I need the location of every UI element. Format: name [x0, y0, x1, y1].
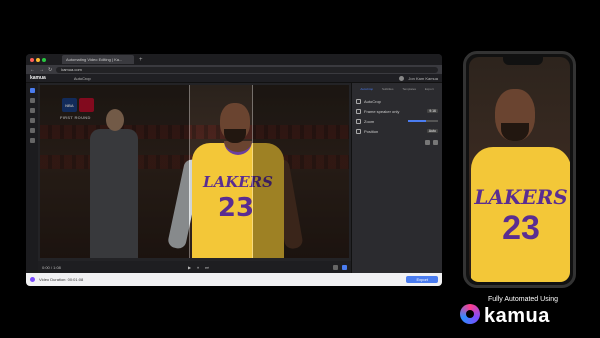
zoom-icon: [356, 118, 361, 124]
position-select[interactable]: Auto: [426, 129, 438, 133]
url-field[interactable]: kamua.com: [56, 66, 438, 73]
app-logo[interactable]: kamua: [30, 75, 46, 81]
phone-notch: [503, 57, 543, 65]
text-tool-icon[interactable]: [29, 118, 35, 123]
crop-icon: [356, 98, 361, 104]
browser-window: Automating Video Editing | Ka... + ← → ↻…: [26, 54, 442, 286]
project-label[interactable]: AutoCrop: [74, 76, 91, 81]
timeline-bar: 0:00 / 1:08 ▶ ⏸ ⏭: [38, 261, 351, 273]
prop-row-position[interactable]: Position Auto: [356, 126, 438, 136]
tab-subtitles[interactable]: Subtitles: [382, 87, 394, 91]
tab-export[interactable]: Export: [425, 87, 434, 91]
position-icon: [356, 128, 361, 134]
fullscreen-icon[interactable]: [342, 264, 347, 270]
crop-mask-left: [40, 85, 189, 258]
undo-icon[interactable]: [425, 140, 430, 145]
back-icon[interactable]: ←: [30, 67, 35, 73]
video-preview[interactable]: NBA FIRST ROUND LAKERS 23: [40, 85, 349, 258]
brand-block: Fully Automated Using kamua: [458, 294, 578, 332]
crop-frame[interactable]: [189, 85, 253, 258]
forward-icon[interactable]: →: [39, 67, 44, 73]
phone-jersey-team: LAKERS: [474, 185, 568, 209]
phone-screen: LAKERS 23: [469, 57, 570, 282]
app-header: kamua AutoCrop Jon Kam Kamua: [26, 74, 442, 83]
zoom-slider[interactable]: [408, 120, 438, 122]
phone-preview: LAKERS 23: [463, 51, 576, 288]
aspect-ratio-select[interactable]: 9:16: [427, 109, 438, 113]
avatar[interactable]: [399, 75, 405, 81]
playback-controls: ▶ ⏸ ⏭: [188, 265, 209, 270]
next-icon[interactable]: ⏭: [205, 265, 209, 270]
prop-label: AutoCrop: [364, 98, 381, 104]
stage: Automating Video Editing | Ka... + ← → ↻…: [0, 0, 600, 338]
prop-label: Position: [364, 128, 379, 134]
close-window-icon[interactable]: [30, 57, 34, 62]
browser-tab[interactable]: Automating Video Editing | Ka...: [62, 55, 134, 64]
left-rail: [26, 83, 38, 273]
panel-tabs: AutoCrop Subtitles Templates Export: [356, 87, 438, 91]
status-bar: Video Duration: 00:01:08 Export: [26, 273, 442, 286]
new-tab-button[interactable]: +: [139, 57, 143, 63]
layers-tool-icon[interactable]: [29, 108, 35, 113]
pause-icon[interactable]: ⏸: [197, 265, 199, 270]
media-tool-icon[interactable]: [29, 128, 35, 133]
volume-icon[interactable]: [333, 264, 338, 270]
phone-player-figure: LAKERS 23: [469, 81, 570, 282]
prop-row-zoom[interactable]: Zoom: [356, 116, 438, 126]
address-bar: ← → ↻ kamua.com: [26, 65, 442, 74]
kamua-logo-icon: [460, 304, 480, 324]
maximize-window-icon[interactable]: [42, 57, 46, 62]
phone-jersey: LAKERS 23: [471, 147, 570, 282]
user-name[interactable]: Jon Kam Kamua: [408, 76, 438, 81]
reset-icon[interactable]: [433, 140, 438, 145]
frame-icon: [356, 108, 361, 114]
panel-actions: [356, 140, 438, 145]
canvas-area: NBA FIRST ROUND LAKERS 23 0:00 / 1:08 ▶ …: [38, 83, 351, 273]
time-readout: 0:00 / 1:08: [42, 264, 61, 270]
kamua-status-icon: [30, 277, 35, 282]
autocrop-tool-icon[interactable]: [29, 88, 35, 93]
video-duration: Video Duration: 00:01:08: [39, 277, 84, 282]
brand-tagline: Fully Automated Using: [488, 296, 559, 303]
status-right: Export: [406, 276, 438, 283]
export-button[interactable]: Export: [406, 276, 438, 283]
zoom-slider-fill: [408, 120, 426, 122]
workspace: NBA FIRST ROUND LAKERS 23 0:00 / 1:08 ▶ …: [26, 83, 442, 273]
reload-icon[interactable]: ↻: [48, 67, 52, 73]
phone-jersey-number: 23: [502, 209, 540, 247]
prop-label: Zoom: [364, 118, 375, 124]
subtitles-tool-icon[interactable]: [29, 98, 35, 103]
browser-titlebar: Automating Video Editing | Ka... +: [26, 54, 442, 65]
prop-label: Frame speaker only: [364, 108, 400, 114]
brand-name: kamua: [484, 305, 550, 327]
header-right: Jon Kam Kamua: [399, 75, 438, 81]
prop-row-frame[interactable]: Frame speaker only 9:16: [356, 106, 438, 116]
tab-templates[interactable]: Templates: [402, 87, 416, 91]
prop-row-autocrop[interactable]: AutoCrop: [356, 96, 438, 106]
timeline-right: [333, 264, 347, 270]
minimize-window-icon[interactable]: [36, 57, 40, 62]
properties-panel: AutoCrop Subtitles Templates Export Auto…: [351, 83, 442, 273]
crop-mask-right: [253, 85, 349, 258]
play-icon[interactable]: ▶: [188, 265, 191, 270]
settings-tool-icon[interactable]: [29, 138, 35, 143]
tab-autocrop[interactable]: AutoCrop: [360, 87, 373, 91]
